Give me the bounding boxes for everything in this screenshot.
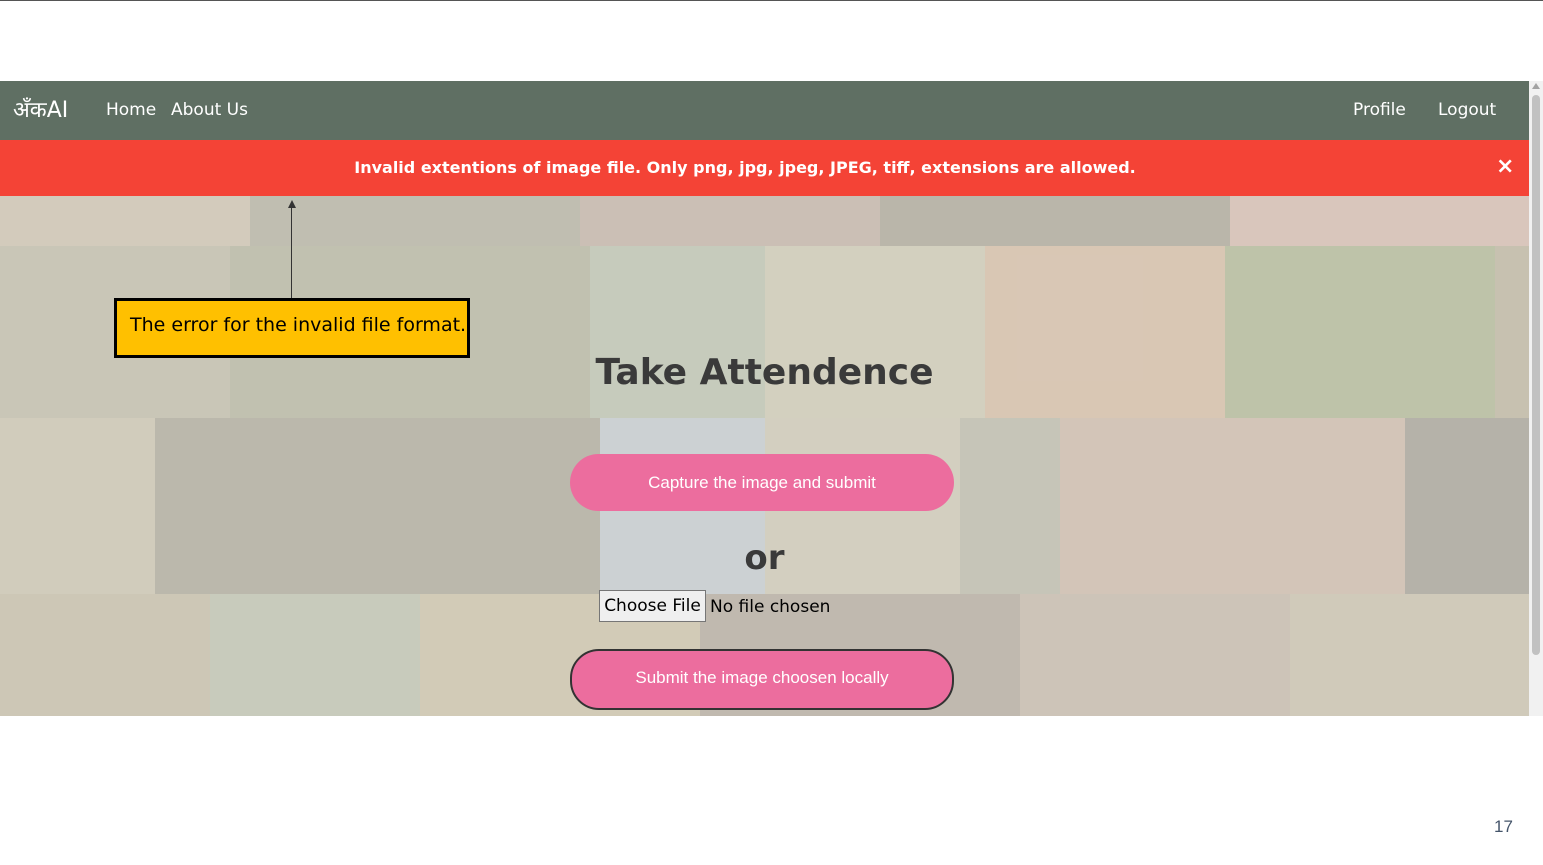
choose-file-button[interactable]: Choose File <box>599 590 706 622</box>
file-status-text: No file chosen <box>710 597 831 617</box>
nav-about-link[interactable]: About Us <box>171 100 248 120</box>
annotation-callout: The error for the invalid file format. <box>114 298 470 358</box>
close-icon[interactable]: × <box>1496 154 1514 179</box>
page-title: Take Attendence <box>595 352 934 393</box>
error-message: Invalid extentions of image file. Only p… <box>354 158 1136 177</box>
hero-background: Take Attendence Capture the image and su… <box>0 196 1529 716</box>
submit-local-image-button[interactable]: Submit the image choosen locally <box>570 649 954 710</box>
scroll-up-icon[interactable] <box>1532 83 1540 89</box>
error-alert: Invalid extentions of image file. Only p… <box>0 140 1529 196</box>
navbar: अँकAI Home About Us Profile Logout <box>0 81 1529 140</box>
app-window: अँकAI Home About Us Profile Logout Inval… <box>0 81 1529 716</box>
arrow-up-icon <box>288 200 296 208</box>
brand-logo[interactable]: अँकAI <box>13 94 68 124</box>
nav-profile-link[interactable]: Profile <box>1353 100 1406 120</box>
top-rule <box>0 0 1543 1</box>
nav-logout-link[interactable]: Logout <box>1438 100 1496 120</box>
scroll-thumb[interactable] <box>1532 95 1540 655</box>
callout-arrow <box>291 206 292 298</box>
nav-home-link[interactable]: Home <box>106 100 156 120</box>
slide-page-number: 17 <box>1494 817 1513 836</box>
or-separator: or <box>744 538 785 578</box>
page-scrollbar[interactable] <box>1529 81 1543 716</box>
capture-submit-button[interactable]: Capture the image and submit <box>570 454 954 511</box>
